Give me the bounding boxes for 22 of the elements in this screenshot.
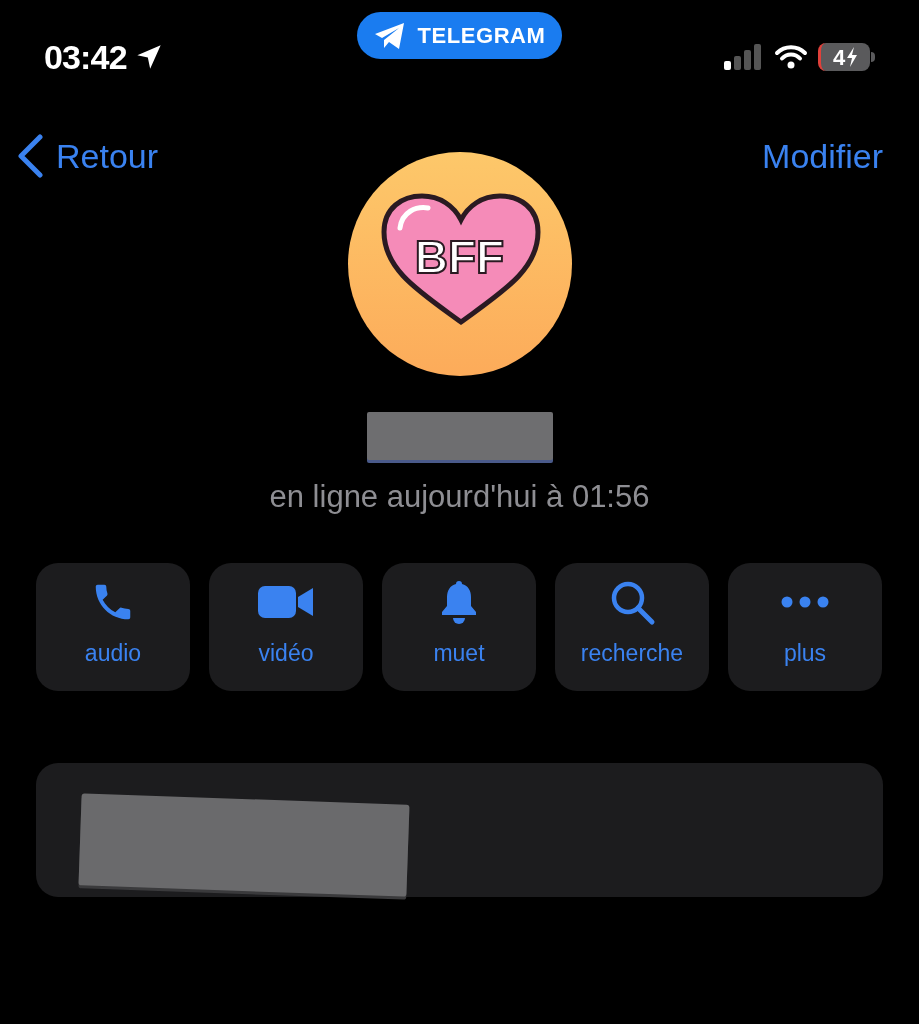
battery-level: 4 (832, 43, 846, 72)
avatar-text: BFF (414, 229, 505, 285)
bell-icon (439, 579, 479, 625)
paper-plane-icon (373, 21, 406, 50)
charging-bolt-icon (846, 47, 859, 67)
video-camera-icon (258, 584, 314, 620)
app-name: TELEGRAM (417, 22, 546, 50)
more-icon (781, 596, 829, 608)
action-button[interactable]: muet (382, 562, 536, 691)
action-button[interactable]: audio (36, 562, 190, 691)
back-button[interactable]: Retour (16, 130, 159, 182)
action-button[interactable]: plus (728, 562, 882, 691)
signal-icon (724, 44, 764, 70)
telegram-pill[interactable]: TELEGRAM (357, 12, 562, 59)
edit-button[interactable]: Modifier (762, 130, 883, 182)
clock-time: 03:42 (44, 36, 127, 78)
action-button[interactable]: vidéo (209, 562, 363, 691)
chevron-left-icon (16, 134, 44, 178)
action-button[interactable]: recherche (555, 562, 709, 691)
wifi-icon (774, 44, 808, 70)
heart-icon (379, 192, 542, 326)
last-seen-text: en ligne aujourd'hui à 01:56 (269, 478, 650, 516)
